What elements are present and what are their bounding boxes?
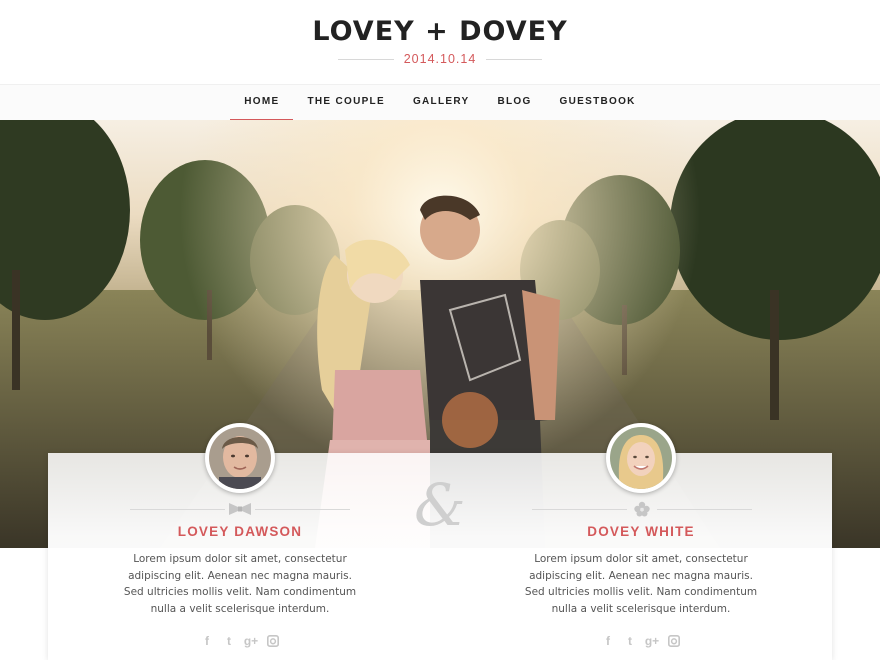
bride-avatar[interactable] xyxy=(606,423,676,493)
nav-item-gallery[interactable]: GALLERY xyxy=(399,85,484,121)
instagram-icon[interactable] xyxy=(266,634,280,648)
facebook-icon[interactable]: f xyxy=(200,634,214,648)
site-header: LOVEY + DOVEY 2014.10.14 xyxy=(0,0,880,84)
site-title[interactable]: LOVEY + DOVEY xyxy=(0,16,880,47)
main-nav: HOME THE COUPLE GALLERY BLOG GUESTBOOK xyxy=(0,84,880,122)
google-plus-icon[interactable]: g+ xyxy=(244,634,258,648)
facebook-icon[interactable]: f xyxy=(601,634,615,648)
nav-item-blog[interactable]: BLOG xyxy=(483,85,545,121)
divider-line xyxy=(657,508,752,510)
flower-icon xyxy=(627,501,657,517)
google-plus-icon[interactable]: g+ xyxy=(645,634,659,648)
divider-line xyxy=(255,508,350,510)
nav-item-guestbook[interactable]: GUESTBOOK xyxy=(546,85,650,121)
bride-bio: Lorem ipsum dolor sit amet, consectetur … xyxy=(524,553,758,615)
bride-photo xyxy=(610,427,672,489)
groom-social-links: f t g+ xyxy=(200,634,280,648)
groom-photo xyxy=(209,427,271,489)
divider-line xyxy=(338,58,394,60)
nav-item-home[interactable]: HOME xyxy=(230,85,294,122)
divider-line xyxy=(130,508,225,510)
twitter-icon[interactable]: t xyxy=(623,634,637,648)
groom-bio: Lorem ipsum dolor sit amet, consectetur … xyxy=(123,553,357,615)
bride-name: DOVEY WHITE xyxy=(587,524,695,539)
divider-line xyxy=(486,58,542,60)
wedding-date-row: 2014.10.14 xyxy=(338,51,542,67)
nav-item-the-couple[interactable]: THE COUPLE xyxy=(293,85,398,121)
groom-avatar[interactable] xyxy=(205,423,275,493)
groom-name: LOVEY DAWSON xyxy=(177,524,303,539)
groom-divider xyxy=(130,503,350,515)
ampersand-ornament: & xyxy=(414,471,466,539)
twitter-icon[interactable]: t xyxy=(222,634,236,648)
instagram-icon[interactable] xyxy=(667,634,681,648)
divider-line xyxy=(532,508,627,510)
bride-social-links: f t g+ xyxy=(601,634,681,648)
bowtie-icon xyxy=(225,503,255,515)
wedding-date: 2014.10.14 xyxy=(403,52,477,66)
bride-divider xyxy=(532,501,752,517)
